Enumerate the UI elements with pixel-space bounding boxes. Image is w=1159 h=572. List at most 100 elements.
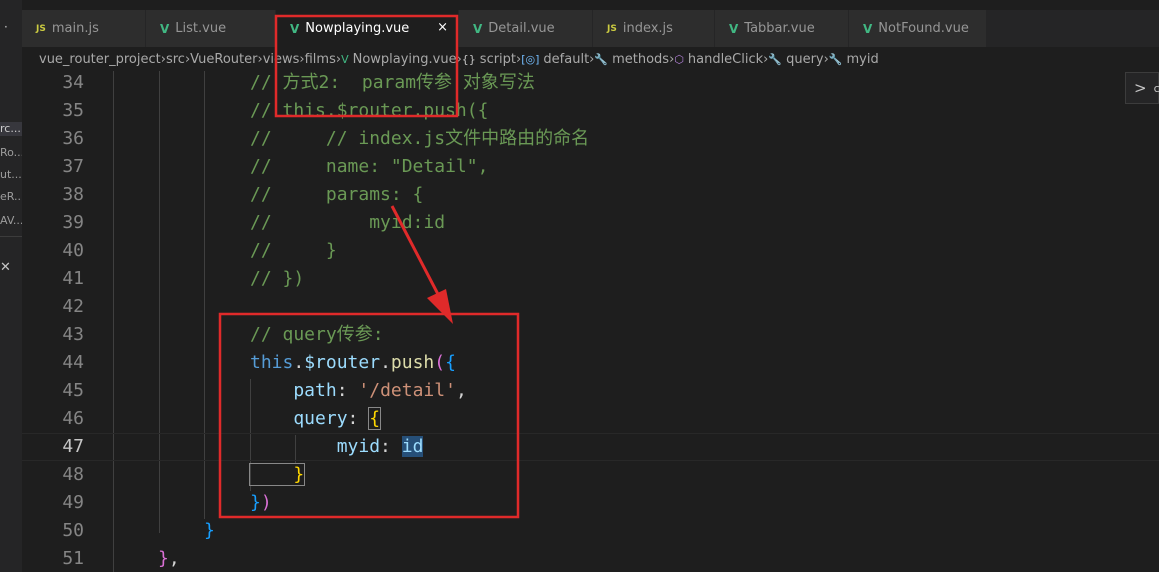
tab-label: NotFound.vue (878, 21, 969, 36)
code-token: , (168, 548, 180, 569)
code-line[interactable]: 49}) (22, 489, 1159, 517)
code-token: // query传参: (250, 324, 384, 345)
sidebar-item[interactable]: AV... (0, 214, 22, 228)
breadcrumb-item[interactable]: ⬡ handleClick (674, 52, 763, 67)
breadcrumb-item[interactable]: {} script (462, 52, 516, 67)
code-line[interactable]: 39 // myid:id (22, 209, 1159, 237)
code-line[interactable]: 38 // params: { (22, 181, 1159, 209)
code-line[interactable]: 37 // name: "Detail", (22, 153, 1159, 181)
line-number: 37 (62, 156, 84, 177)
code-token: id (401, 436, 424, 457)
sidebar-item[interactable]: Ro... (0, 146, 22, 160)
vue-file-icon: V (729, 21, 739, 36)
tab-main-js[interactable]: JS main.js (22, 10, 146, 47)
code-text: // 方式2: param传参 对象写法 (250, 69, 535, 97)
code-line[interactable]: 40 // } (22, 237, 1159, 265)
tab-tabbar-vue[interactable]: V Tabbar.vue (715, 10, 849, 47)
code-token: : (380, 436, 402, 457)
code-token: // 方式2: param传参 对象写法 (250, 72, 535, 93)
code-token: path (250, 380, 337, 401)
code-token: ( (434, 352, 446, 373)
line-number: 51 (62, 548, 84, 569)
code-token: query (250, 408, 348, 429)
javascript-file-icon: JS (36, 23, 46, 34)
code-line[interactable]: 42 (22, 293, 1159, 321)
code-line[interactable]: 51}, (22, 545, 1159, 572)
code-line[interactable]: 41 // }) (22, 265, 1159, 293)
code-token: . (380, 352, 391, 373)
code-token: // } (250, 240, 337, 261)
breadcrumb-label: myid (846, 51, 879, 67)
sidebar-item[interactable]: eR... (0, 190, 22, 204)
javascript-file-icon: JS (607, 23, 617, 34)
line-number: 40 (62, 240, 84, 261)
code-line[interactable]: 35 // this.$router.push({ (22, 97, 1159, 125)
breadcrumb-item[interactable]: vue_router_project (39, 52, 161, 67)
code-line[interactable]: 43 // query传参: (22, 321, 1159, 349)
breadcrumb-item[interactable]: [◎] default (521, 52, 589, 67)
wrench-icon: 🔧 (768, 52, 783, 66)
code-token: // params: { (250, 184, 424, 205)
tab-detail-vue[interactable]: V Detail.vue (459, 10, 593, 47)
line-number: 39 (62, 212, 84, 233)
code-token: , (455, 380, 467, 401)
breadcrumb-item[interactable]: V Nowplaying.vue (341, 52, 457, 67)
code-text: query: { (250, 405, 382, 433)
close-icon[interactable]: ✕ (0, 260, 11, 275)
code-line[interactable]: 46 query: { (22, 405, 1159, 433)
breadcrumb-item[interactable]: VueRouter (190, 52, 257, 67)
sidebar-item[interactable]: rc... (0, 122, 22, 136)
code-line[interactable]: 48 } (22, 461, 1159, 489)
code-token: } (248, 463, 306, 486)
tab-list-vue[interactable]: V List.vue (146, 10, 276, 47)
code-line[interactable]: 36 // // index.js文件中路由的命名 (22, 125, 1159, 153)
tab-notfound-vue[interactable]: V NotFound.vue (849, 10, 987, 47)
code-line[interactable]: 47 myid: id (22, 433, 1159, 461)
line-number: 34 (62, 72, 84, 93)
line-number: 49 (62, 492, 84, 513)
code-token: : (347, 408, 370, 429)
code-token: ) (260, 492, 272, 513)
code-line[interactable]: 34 // 方式2: param传参 对象写法 (22, 69, 1159, 97)
tab-label: Detail.vue (488, 21, 555, 36)
breadcrumb-item[interactable]: films (305, 52, 336, 67)
breadcrumb-label: script (479, 51, 517, 67)
line-number: 44 (62, 352, 84, 373)
editor-tab-bar: JS main.js V List.vue V Nowplaying.vue × V Detai… (22, 10, 1159, 47)
vue-file-icon: V (473, 21, 483, 36)
breadcrumb-item[interactable]: views (263, 52, 300, 67)
breadcrumb-item[interactable]: src (166, 52, 185, 67)
breadcrumb-label: VueRouter (190, 51, 258, 67)
explorer-sidebar-fragment: · rc... Ro... ut... eR... AV... ✕ (0, 0, 22, 572)
tab-label: Nowplaying.vue (305, 21, 410, 36)
breadcrumb-item[interactable]: 🔧 myid (829, 52, 879, 67)
vue-file-icon: V (341, 52, 349, 66)
tab-label: index.js (622, 21, 673, 36)
close-tab-icon[interactable]: × (437, 20, 448, 35)
more-actions-icon[interactable]: · (4, 20, 8, 34)
sidebar-item[interactable]: ut... (0, 168, 22, 182)
code-line[interactable]: 50} (22, 517, 1159, 545)
tab-nowplaying-vue[interactable]: V Nowplaying.vue × (276, 10, 459, 47)
breadcrumb-label: handleClick (687, 51, 764, 67)
breadcrumb-item[interactable]: 🔧 query (768, 52, 823, 67)
code-text: } (204, 517, 215, 545)
line-number: 48 (62, 464, 84, 485)
tab-index-js[interactable]: JS index.js (593, 10, 715, 47)
collapse-chevron-icon[interactable]: > c (1125, 72, 1159, 104)
line-number: 35 (62, 100, 84, 121)
line-number: 41 (62, 268, 84, 289)
code-line[interactable]: 45 path: '/detail', (22, 377, 1159, 405)
line-number: 45 (62, 380, 84, 401)
code-text: // this.$router.push({ (250, 97, 488, 125)
code-token: myid (250, 436, 381, 457)
code-editor[interactable]: 34 // 方式2: param传参 对象写法 35 // this.$router.… (22, 71, 1159, 572)
code-line[interactable]: 44 this.$router.push({ (22, 349, 1159, 377)
vue-file-icon: V (863, 21, 873, 36)
breadcrumb-item[interactable]: 🔧 methods (594, 52, 669, 67)
braces-icon: {} (461, 52, 476, 66)
code-text: }) (250, 489, 272, 517)
breadcrumb-label: Nowplaying.vue (352, 51, 457, 67)
wrench-icon: 🔧 (594, 52, 609, 66)
code-token: // }) (250, 268, 305, 289)
